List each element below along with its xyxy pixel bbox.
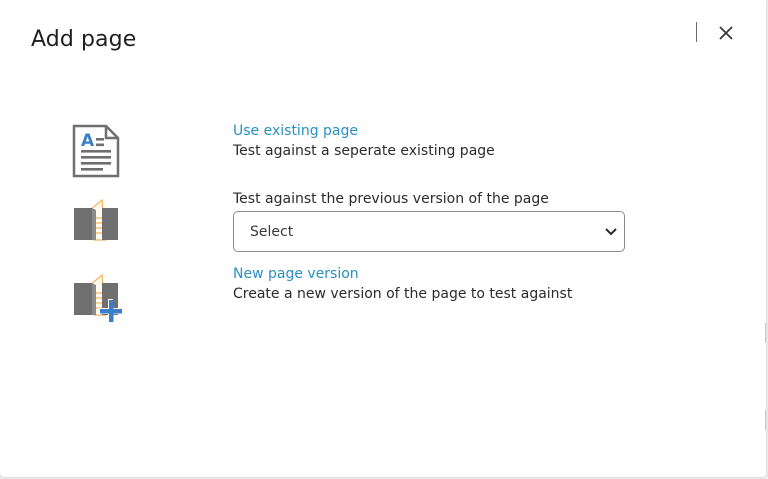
book-add-icon — [74, 273, 123, 323]
use-existing-page-link[interactable]: Use existing page — [233, 123, 358, 139]
previous-version-label: Test against the previous version of the… — [233, 191, 549, 207]
chevron-down-icon — [605, 228, 617, 236]
previous-version-select[interactable]: Select — [233, 211, 625, 252]
scroll-edge-mark — [765, 323, 766, 343]
use-existing-page-description: Test against a seperate existing page — [233, 143, 495, 159]
close-icon — [719, 26, 733, 40]
add-page-dialog: Add page A Use existing page Test agains… — [0, 0, 766, 477]
close-button[interactable] — [714, 22, 738, 44]
dialog-title: Add page — [31, 27, 137, 52]
scroll-edge-mark — [765, 410, 766, 430]
new-page-version-description: Create a new version of the page to test… — [233, 286, 573, 302]
new-page-version-link[interactable]: New page version — [233, 266, 359, 282]
select-value: Select — [250, 224, 294, 240]
svg-text:A: A — [81, 131, 95, 151]
book-icon — [74, 198, 118, 241]
document-icon: A — [72, 124, 120, 178]
title-separator — [696, 22, 697, 42]
